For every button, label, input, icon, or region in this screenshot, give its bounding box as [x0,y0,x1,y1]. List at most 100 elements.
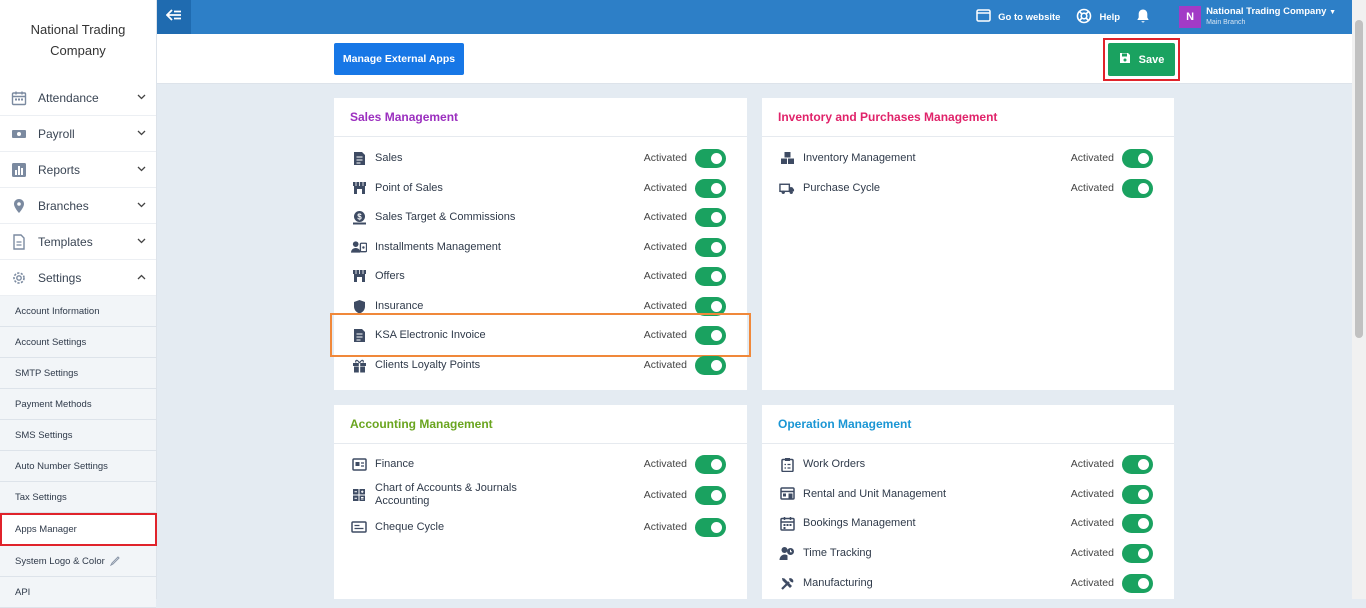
calculator-icon [351,487,367,503]
invoice-icon [351,327,367,343]
activation-toggle[interactable] [695,237,726,257]
app-row-clients-loyalty-points: Clients Loyalty Points Activated [334,350,747,380]
activation-toggle[interactable] [695,517,726,537]
activation-toggle[interactable] [695,296,726,316]
activation-toggle[interactable] [1122,178,1153,198]
activation-toggle[interactable] [1122,543,1153,563]
tools-icon [779,575,795,591]
activation-toggle[interactable] [695,485,726,505]
app-row-sales-target-commissions: $ Sales Target & Commissions Activated [334,202,747,232]
save-button[interactable]: Save [1108,43,1175,76]
money-icon [10,125,28,143]
rental-icon [779,486,795,502]
user-card-icon [351,239,367,255]
card-title: Accounting Management [334,405,747,444]
sidebar-subitem-account-information[interactable]: Account Information [0,296,156,327]
sidebar-item-payroll[interactable]: Payroll [0,116,156,152]
shop-icon [351,268,367,284]
lifebuoy-icon [1076,8,1099,27]
sidebar-subitem-sms-settings[interactable]: SMS Settings [0,420,156,451]
sidebar-subitem-tax-settings[interactable]: Tax Settings [0,482,156,513]
app-label: Installments Management [375,240,501,253]
sidebar-subitem-payment-methods[interactable]: Payment Methods [0,389,156,420]
status-label: Activated [1070,182,1114,194]
brand-line-1: National Trading [30,22,126,37]
activation-toggle[interactable] [1122,573,1153,593]
status-label: Activated [1070,488,1114,500]
app-label: Rental and Unit Management [803,487,947,500]
sidebar-subitem-api[interactable]: API [0,577,156,608]
chart-icon [10,161,28,179]
sidebar-item-attendance[interactable]: Attendance [0,80,156,116]
sidebar-subitem-smtp-settings[interactable]: SMTP Settings [0,358,156,389]
sidebar-item-templates[interactable]: Templates [0,224,156,260]
status-label: Activated [643,458,687,470]
help-label: Help [1099,11,1121,23]
avatar: N [1179,6,1202,28]
sidebar-item-reports[interactable]: Reports [0,152,156,188]
app-row-cheque-cycle: Cheque Cycle Activated [334,512,747,542]
app-label: Purchase Cycle [803,181,881,194]
activation-toggle[interactable] [695,454,726,474]
activation-toggle[interactable] [1122,484,1153,504]
sidebar-subitem-system-logo-color[interactable]: System Logo & Color [0,546,156,577]
app-label: Inventory Management [803,151,916,164]
floppy-disk-icon [1119,52,1139,67]
app-label: Bookings Management [803,516,916,529]
caret-down-icon: ▼ [1329,9,1336,16]
gift-icon [351,357,367,373]
chevron-down-icon [137,128,146,139]
help-link[interactable]: Help [1076,8,1120,27]
user-clock-icon [779,545,795,561]
status-label: Activated [643,152,687,164]
sidebar-item-settings[interactable]: Settings [0,260,156,296]
user-menu[interactable]: N National Trading Company ▼ Main Branch [1179,6,1336,28]
sidebar-subitem-auto-number-settings[interactable]: Auto Number Settings [0,451,156,482]
app-label: Clients Loyalty Points [375,358,481,371]
chevron-down-icon [137,236,146,247]
notifications-button[interactable] [1136,8,1157,27]
status-label: Activated [643,182,687,194]
activation-toggle[interactable] [695,266,726,286]
sidebar-subitem-account-settings[interactable]: Account Settings [0,327,156,358]
app-row-time-tracking: Time Tracking Activated [762,538,1174,568]
paintbrush-icon [109,555,121,567]
activation-toggle[interactable] [1122,148,1153,168]
app-row-bookings-management: Bookings Management Activated [762,508,1174,538]
scrollbar-thumb[interactable] [1355,20,1363,338]
truck-icon [779,180,795,196]
app-label: Finance [375,457,415,470]
app-row-purchase-cycle: Purchase Cycle Activated [762,173,1174,203]
activation-toggle[interactable] [695,325,726,345]
user-name: National Trading Company [1206,6,1327,17]
status-label: Activated [643,241,687,253]
chevron-down-icon [137,164,146,175]
activation-toggle[interactable] [1122,454,1153,474]
activation-toggle[interactable] [695,178,726,198]
sales-management-card: Sales Management Sales Activated Point o… [330,98,751,390]
activation-toggle[interactable] [1122,513,1153,533]
page-scrollbar[interactable] [1352,0,1366,599]
user-branch: Main Branch [1206,19,1246,26]
browser-icon [976,9,998,25]
cheque-icon [351,519,367,535]
sidebar-item-branches[interactable]: Branches [0,188,156,224]
activation-toggle[interactable] [695,207,726,227]
card-title: Operation Management [762,405,1174,444]
app-row-manufacturing: Manufacturing Activated [762,568,1174,598]
collapse-arrow-icon [165,8,182,26]
app-label: Sales [375,151,403,164]
sidebar-subitem-apps-manager[interactable]: Apps Manager [0,513,157,546]
app-row-sales: Sales Activated [334,143,747,173]
app-label: Insurance [375,299,424,312]
activation-toggle[interactable] [695,355,726,375]
app-label: Cheque Cycle [375,520,445,533]
go-to-website-link[interactable]: Go to website [976,9,1060,25]
chevron-down-icon [137,92,146,103]
app-row-point-of-sales: Point of Sales Activated [334,173,747,203]
sidebar-toggle-button[interactable] [157,0,191,34]
app-label: Chart of Accounts & Journals Accounting [375,482,644,508]
manage-external-apps-button[interactable]: Manage External Apps [334,43,464,75]
status-label: Activated [643,359,687,371]
activation-toggle[interactable] [695,148,726,168]
